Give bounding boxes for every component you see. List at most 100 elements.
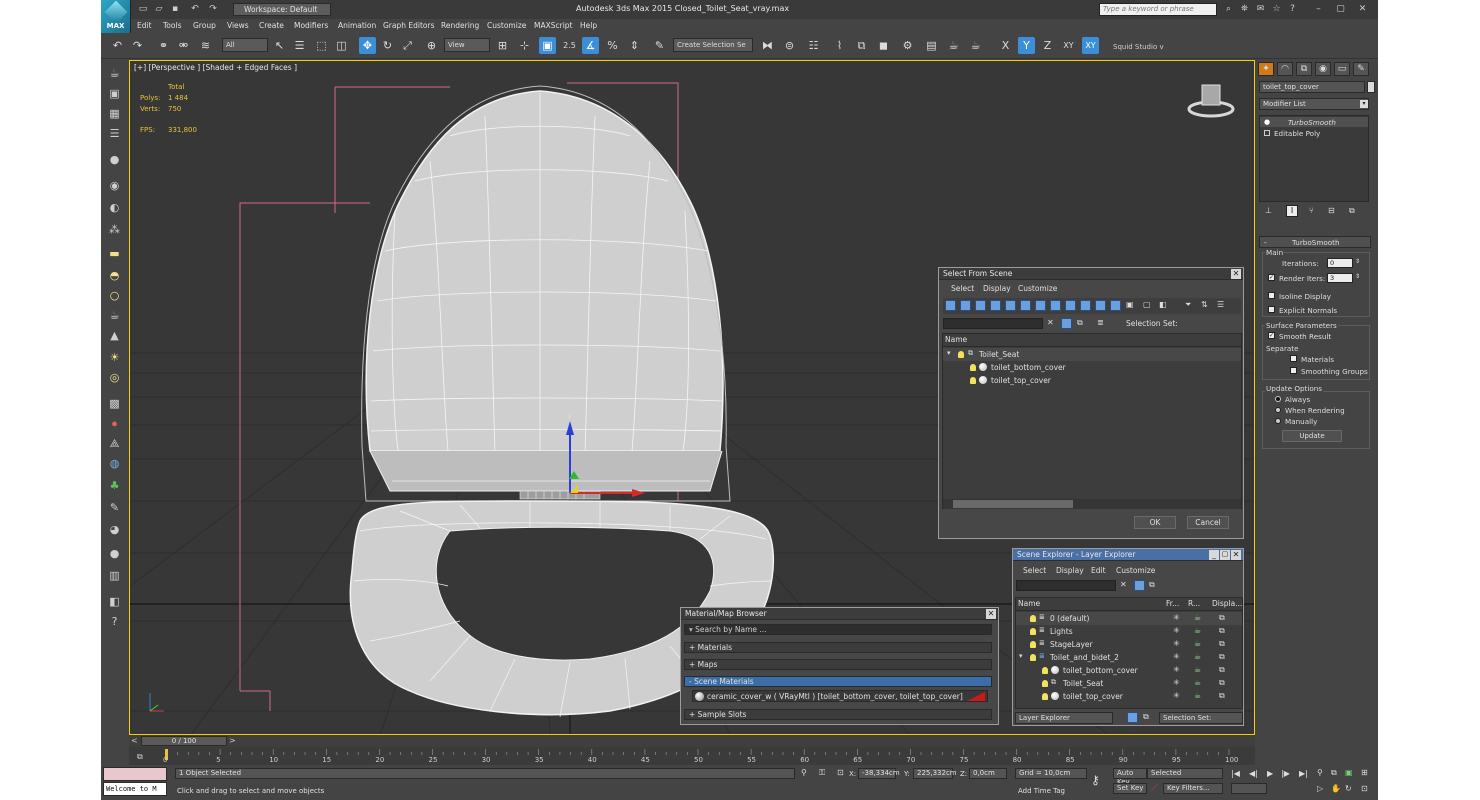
maxscript-listener-output[interactable]: Welcome to M xyxy=(103,782,167,796)
when-rendering-radio[interactable] xyxy=(1275,407,1281,413)
plane-icon[interactable]: ▬ xyxy=(107,246,122,261)
zoom-icon[interactable]: ⚲ xyxy=(1317,768,1323,777)
squid-studio-label[interactable]: Squid Studio v xyxy=(1113,43,1164,51)
sfs-selection-set-label[interactable]: Selection Set: xyxy=(1126,319,1178,328)
set-keys-icon[interactable]: ⟋ xyxy=(1151,783,1158,794)
snaps-toggle-icon[interactable]: 2.5 xyxy=(561,37,578,54)
maxscript-mini-listener-input[interactable] xyxy=(103,767,167,781)
render-teapot-icon[interactable]: ☕ xyxy=(1194,639,1201,648)
half-moon-icon[interactable]: ◐ xyxy=(107,200,122,215)
freeze-icon[interactable]: ✳ xyxy=(1173,639,1180,648)
menu-modifiers[interactable]: Modifiers xyxy=(294,21,328,30)
material-editor-icon[interactable]: ◼ xyxy=(875,37,892,54)
sfs-menu-display[interactable]: Display xyxy=(983,284,1011,293)
filter-hidden-icon[interactable] xyxy=(1110,300,1121,311)
axis-z-button[interactable]: Z xyxy=(1039,37,1056,54)
pills-icon[interactable]: ⦁ xyxy=(107,416,122,431)
select-and-rotate-icon[interactable]: ↻ xyxy=(379,37,396,54)
explorer-type-dropdown[interactable]: Layer Explorer xyxy=(1015,712,1113,724)
selected-dropdown[interactable]: Selected xyxy=(1147,768,1223,779)
close-icon[interactable]: ✕ xyxy=(1357,4,1368,15)
se-column-display[interactable]: Displa... xyxy=(1212,599,1242,608)
filter-geometry-icon[interactable] xyxy=(945,300,956,311)
select-and-place-icon[interactable]: ⊕ xyxy=(423,37,440,54)
material-search-input[interactable]: ▾ Search by Name ... xyxy=(684,624,992,635)
selection-filter-dropdown[interactable]: All xyxy=(222,38,268,52)
tree-row[interactable]: toilet_top_cover xyxy=(943,374,1241,387)
clear-search-icon[interactable]: ✕ xyxy=(1047,318,1054,327)
freeze-icon[interactable]: ✳ xyxy=(1173,691,1180,700)
select-invert-icon[interactable]: ◧ xyxy=(1159,300,1167,309)
filter-shapes-icon[interactable] xyxy=(960,300,971,311)
funnel-icon[interactable]: ⏷ xyxy=(1185,300,1191,310)
section-materials[interactable]: + Materials xyxy=(684,642,992,653)
window-crossing-icon[interactable]: ◫ xyxy=(333,37,350,54)
zoom-extents-all-icon[interactable]: ⊞ xyxy=(1361,768,1368,777)
menu-tools[interactable]: Tools xyxy=(163,21,181,30)
y-coord-field[interactable]: 225,332cm xyxy=(913,768,957,779)
menu-rendering[interactable]: Rendering xyxy=(441,21,479,30)
se-menu-display[interactable]: Display xyxy=(1056,566,1084,575)
help-icon[interactable]: ? xyxy=(1287,4,1298,15)
freeze-icon[interactable]: ✳ xyxy=(1173,626,1180,635)
key-filters-button[interactable]: Key Filters... xyxy=(1163,783,1223,794)
grid-icon[interactable]: ▦ xyxy=(107,106,122,121)
communication-icon[interactable]: ✉ xyxy=(1255,4,1266,15)
angle-snap-icon[interactable]: ∡ xyxy=(582,37,599,54)
render-teapot-icon[interactable]: ☕ xyxy=(1194,626,1201,635)
redo-icon[interactable]: ↷ xyxy=(207,3,219,15)
se-menu-select[interactable]: Select xyxy=(1023,566,1046,575)
utilities-tab-icon[interactable]: ✎ xyxy=(1353,62,1369,76)
filter-containers-icon[interactable] xyxy=(1080,300,1091,311)
teapot-icon[interactable]: ☕ xyxy=(107,66,122,81)
isoline-display-checkbox[interactable] xyxy=(1268,292,1275,299)
create-tab-icon[interactable]: ✦ xyxy=(1258,62,1274,76)
configure-modifier-sets-icon[interactable]: ⧉ xyxy=(1349,206,1355,216)
spinner-arrows-icon[interactable]: ⇕ xyxy=(1355,273,1360,280)
scene-material-item[interactable]: ceramic_cover_w ( VRayMtl ) [toilet_bott… xyxy=(692,690,988,702)
orbit-icon[interactable]: ↻ xyxy=(1345,784,1352,793)
close-icon[interactable]: ✕ xyxy=(986,609,996,619)
filter-groups-icon[interactable] xyxy=(1035,300,1046,311)
favorites-icon[interactable]: ☆ xyxy=(1271,4,1282,15)
schematic-view-icon[interactable]: ⧉ xyxy=(853,37,870,54)
render-iters-spinner[interactable]: 3 xyxy=(1327,273,1353,283)
object-color-swatch[interactable] xyxy=(1367,81,1375,93)
maximize-icon[interactable]: ▢ xyxy=(1220,550,1230,560)
se-column-freeze[interactable]: Fr... xyxy=(1166,599,1179,608)
filter-cameras-icon[interactable] xyxy=(990,300,1001,311)
render-teapot-icon[interactable]: ☕ xyxy=(1194,665,1201,674)
chevron-down-icon[interactable]: ▾ xyxy=(689,625,693,634)
freeze-icon[interactable]: ✳ xyxy=(1173,613,1180,622)
workspace-dropdown[interactable]: Workspace: Default xyxy=(233,3,331,16)
show-end-result-icon[interactable]: I xyxy=(1286,205,1298,217)
motion-tab-icon[interactable]: ◉ xyxy=(1315,62,1331,76)
always-radio[interactable] xyxy=(1275,396,1281,402)
manually-radio[interactable] xyxy=(1275,418,1281,424)
sfs-menu-select[interactable]: Select xyxy=(951,284,974,293)
chevron-down-icon[interactable]: ▾ xyxy=(1360,100,1368,108)
display-box-icon[interactable]: ⧉ xyxy=(1219,613,1225,623)
go-to-start-icon[interactable]: |◀ xyxy=(1231,769,1240,778)
render-setup-icon[interactable]: ⚙ xyxy=(899,37,916,54)
minimize-icon[interactable]: _ xyxy=(1209,550,1219,560)
curve-editor-icon[interactable]: ⌇ xyxy=(831,37,848,54)
render-teapot-icon[interactable]: ☕ xyxy=(1194,613,1201,622)
se-menu-customize[interactable]: Customize xyxy=(1116,566,1155,575)
select-all-icon[interactable]: ▣ xyxy=(1126,300,1134,309)
new-file-icon[interactable]: ▭ xyxy=(137,3,149,15)
isolate-selection-icon[interactable]: ⚲ xyxy=(801,768,807,777)
modifier-list-dropdown[interactable]: Modifier List xyxy=(1259,98,1369,110)
filter-frozen-icon[interactable] xyxy=(1095,300,1106,311)
explicit-normals-checkbox[interactable] xyxy=(1268,306,1275,313)
layers-icon[interactable]: ≣ xyxy=(1097,318,1104,327)
axis-y-button[interactable]: Y xyxy=(1018,37,1035,54)
add-time-tag[interactable]: Add Time Tag xyxy=(1018,787,1065,795)
se-menu-edit[interactable]: Edit xyxy=(1091,566,1106,575)
menu-group[interactable]: Group xyxy=(193,21,216,30)
render-teapot-icon[interactable]: ☕ xyxy=(1194,678,1201,687)
hierarchy-tab-icon[interactable]: ⧉ xyxy=(1296,62,1312,76)
display-box-icon[interactable]: ⧉ xyxy=(1219,665,1225,675)
box-icon[interactable]: ▣ xyxy=(107,86,122,101)
time-slider[interactable]: < 0 / 100 > xyxy=(129,735,1255,747)
